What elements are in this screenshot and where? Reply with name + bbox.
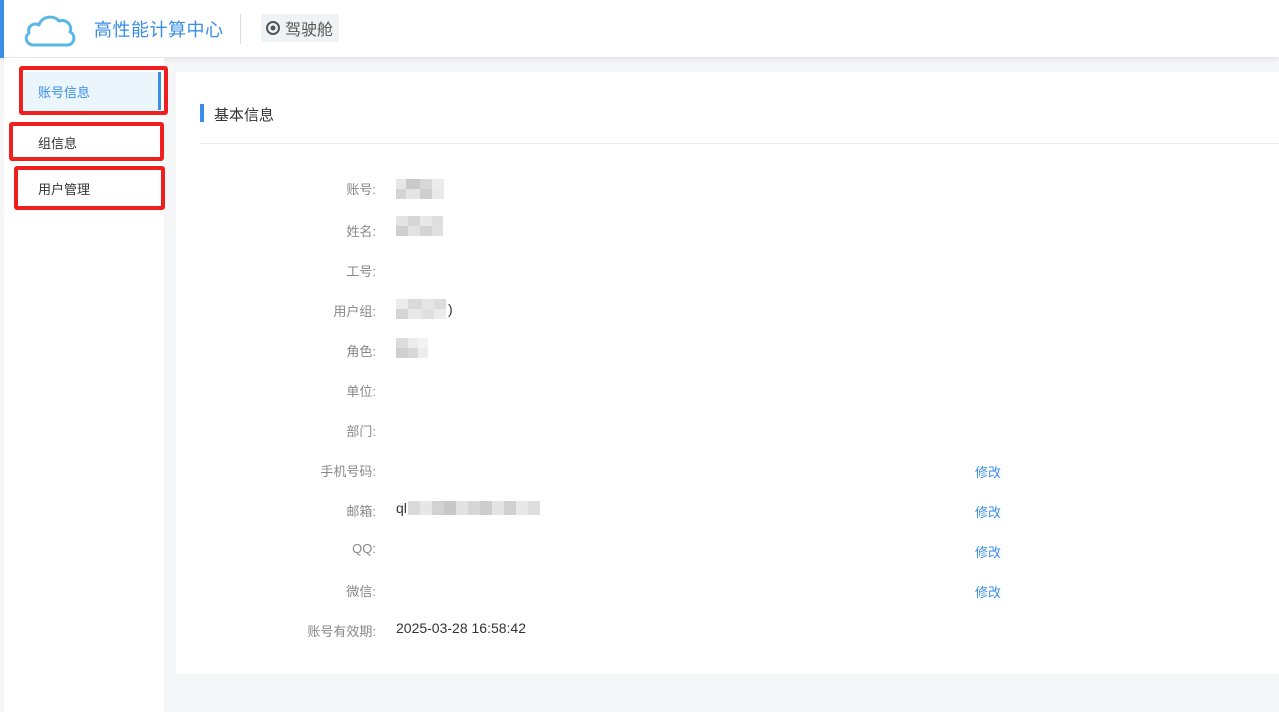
sidebar-item-label: 组信息 bbox=[38, 135, 78, 151]
email-label: 邮箱: bbox=[346, 504, 376, 519]
sidebar-item-group-info[interactable]: 组信息 bbox=[14, 126, 160, 158]
edit-wechat-link[interactable]: 修改 bbox=[975, 582, 1001, 601]
organization-label: 单位: bbox=[346, 384, 376, 399]
sidebar-item-label: 账号信息 bbox=[38, 84, 91, 100]
section-title: 基本信息 bbox=[214, 107, 275, 124]
cockpit-label: 驾驶舱 bbox=[285, 22, 334, 39]
header-accent-bar bbox=[0, 0, 4, 58]
section-title-bar bbox=[200, 104, 204, 122]
section-divider bbox=[200, 143, 1279, 144]
qq-label: QQ: bbox=[352, 541, 376, 556]
role-value-redacted bbox=[396, 338, 428, 358]
edit-phone-link[interactable]: 修改 bbox=[975, 462, 1001, 481]
phone-label: 手机号码: bbox=[320, 464, 376, 479]
department-label: 部门: bbox=[346, 424, 376, 439]
expiry-value: 2025-03-28 16:58:42 bbox=[396, 620, 526, 636]
email-value-redacted bbox=[407, 501, 540, 515]
email-value: ql bbox=[396, 500, 540, 516]
wechat-label: 微信: bbox=[346, 584, 376, 599]
app-root: 高性能计算中心 驾驶舱 账号信息 组信息 用户管理 基本信息 账号: 姓名: 工… bbox=[0, 0, 1279, 712]
dashboard-icon bbox=[265, 20, 281, 36]
name-value-redacted bbox=[396, 216, 443, 236]
account-label: 账号: bbox=[346, 182, 376, 197]
email-value-prefix: ql bbox=[396, 500, 407, 516]
user-group-suffix: ) bbox=[448, 301, 453, 317]
expiry-label: 账号有效期: bbox=[307, 624, 376, 639]
cloud-icon[interactable] bbox=[22, 10, 78, 50]
header-divider bbox=[240, 14, 241, 44]
user-group-value-redacted bbox=[396, 299, 446, 319]
user-group-value: ) bbox=[396, 299, 453, 319]
role-label: 角色: bbox=[346, 344, 376, 359]
main-panel bbox=[176, 72, 1279, 674]
edit-qq-link[interactable]: 修改 bbox=[975, 542, 1001, 561]
cockpit-button[interactable]: 驾驶舱 bbox=[261, 14, 340, 42]
account-value-redacted bbox=[396, 179, 444, 199]
user-group-label: 用户组: bbox=[333, 304, 376, 319]
name-label: 姓名: bbox=[346, 224, 376, 239]
top-header: 高性能计算中心 驾驶舱 bbox=[0, 0, 1279, 58]
edit-email-link[interactable]: 修改 bbox=[975, 502, 1001, 521]
sidebar-item-account-info[interactable]: 账号信息 bbox=[24, 72, 161, 110]
sidebar-item-user-management[interactable]: 用户管理 bbox=[18, 171, 161, 206]
employee-id-label: 工号: bbox=[346, 264, 376, 279]
sidebar-item-label: 用户管理 bbox=[38, 182, 91, 197]
app-title[interactable]: 高性能计算中心 bbox=[94, 16, 224, 42]
